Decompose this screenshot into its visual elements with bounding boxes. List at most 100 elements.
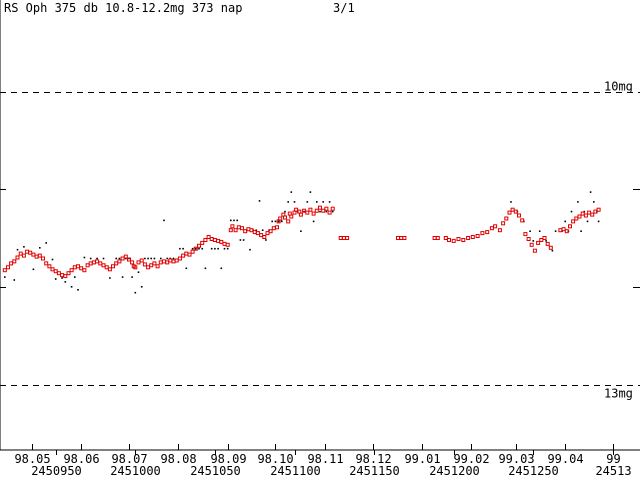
observation-visual-square (72, 265, 77, 270)
observation-dot (577, 201, 579, 203)
observation-visual-square (587, 210, 592, 215)
observation-visual-square (216, 238, 221, 243)
observation-dot (331, 210, 334, 213)
observation-visual-square (539, 238, 544, 242)
observation-dot (201, 247, 203, 250)
observation-dot (214, 247, 216, 250)
observation-dot (121, 276, 124, 278)
observation-dot (510, 201, 512, 203)
observation-visual-square (104, 265, 109, 270)
observation-dot (83, 256, 86, 259)
observation-dot (23, 246, 25, 248)
observation-dot (319, 210, 321, 213)
observation-dot (580, 230, 582, 232)
ref-line-label: 13mg (604, 387, 633, 401)
observation-dot (210, 247, 213, 250)
observation-visual-square (571, 219, 576, 224)
observation-visual-square (28, 250, 33, 255)
observation-visual-square (456, 237, 461, 241)
observation-visual-square (228, 228, 233, 233)
observation-dot (140, 286, 143, 288)
observation-visual-square (162, 259, 166, 264)
observation-visual-square (95, 259, 100, 264)
x-ticks: 98.05 98.06 98.07 98.08 98.09 98.10 98.11 98.12… (14, 444, 632, 478)
observation-visual-square (298, 212, 303, 217)
observation-dot (150, 257, 152, 260)
observation-dot (134, 291, 137, 294)
observation-visual-square (139, 258, 144, 263)
observation-visual-square (240, 226, 244, 231)
observation-dot (77, 289, 79, 291)
observation-dot (261, 229, 264, 231)
observation-dot (61, 277, 63, 279)
observation-visual-square (262, 235, 267, 239)
observation-dot (89, 257, 92, 260)
observation-visual-square (311, 211, 316, 216)
observation-visual-square (146, 265, 151, 270)
observation-dot (118, 257, 121, 260)
observation-dot (300, 230, 302, 232)
observation-visual-square (37, 253, 42, 258)
observation-dot (131, 276, 133, 278)
observation-visual-square (532, 248, 537, 253)
observation-visual-square (501, 221, 506, 226)
observation-dot (564, 220, 566, 223)
observation-visual-square (286, 219, 291, 224)
observation-dot (220, 267, 223, 270)
observation-dot (115, 257, 117, 260)
observation-dot (147, 257, 149, 260)
observation-dot (287, 201, 289, 203)
observation-visual-square (127, 257, 131, 262)
observation-visual-square (34, 254, 39, 259)
observation-visual-square (197, 243, 201, 248)
observation-visual-square (69, 268, 74, 273)
observation-visual-square (252, 230, 257, 235)
observation-visual-square (324, 206, 329, 211)
observation-visual-square (60, 273, 65, 278)
observation-visual-square (142, 262, 147, 267)
observation-visual-square (443, 236, 448, 240)
observation-visual-square (21, 253, 26, 258)
observation-visual-square (529, 242, 534, 247)
x-jd-label: 2451200 (429, 464, 480, 478)
observation-dot (109, 277, 111, 279)
observation-dot (281, 220, 283, 223)
observation-visual-square (123, 254, 128, 259)
observation-dot (589, 191, 592, 193)
observation-visual-square (451, 238, 456, 243)
observation-dot (274, 220, 277, 223)
observation-dot (51, 258, 54, 261)
observation-visual-square (47, 264, 52, 269)
observation-dot (529, 230, 531, 232)
observation-dot (290, 191, 293, 193)
observation-dot (236, 219, 238, 222)
observation-visual-square (152, 261, 157, 266)
ref-line-label: 10mg (604, 80, 633, 94)
observation-dot (144, 257, 146, 260)
observation-dot (277, 220, 280, 223)
x-jd-label: 2451250 (508, 464, 559, 478)
observation-dot (204, 267, 207, 270)
observation-visual-square (165, 260, 170, 265)
observation-dot (54, 278, 57, 280)
observation-dot (102, 257, 105, 260)
observation-visual-square (580, 211, 585, 216)
observation-visual-square (289, 214, 294, 219)
observation-visual-square (275, 225, 279, 230)
observation-visual-square (243, 229, 248, 234)
observation-visual-square (85, 263, 90, 268)
observation-visual-square (268, 229, 273, 234)
observation-dot (185, 267, 188, 270)
observation-visual-square (79, 266, 84, 271)
observation-visual-square (181, 253, 186, 258)
observation-visual-square (203, 238, 208, 242)
observation-dot (70, 286, 73, 288)
observation-dot (597, 220, 600, 223)
observation-visual-square (432, 236, 437, 240)
observation-dot (182, 247, 184, 250)
observation-visual-square (88, 261, 93, 266)
observation-visual-square (283, 215, 287, 220)
x-jd-label: 2451150 (349, 464, 400, 478)
data-points (2, 191, 601, 294)
observation-dot (570, 210, 573, 213)
